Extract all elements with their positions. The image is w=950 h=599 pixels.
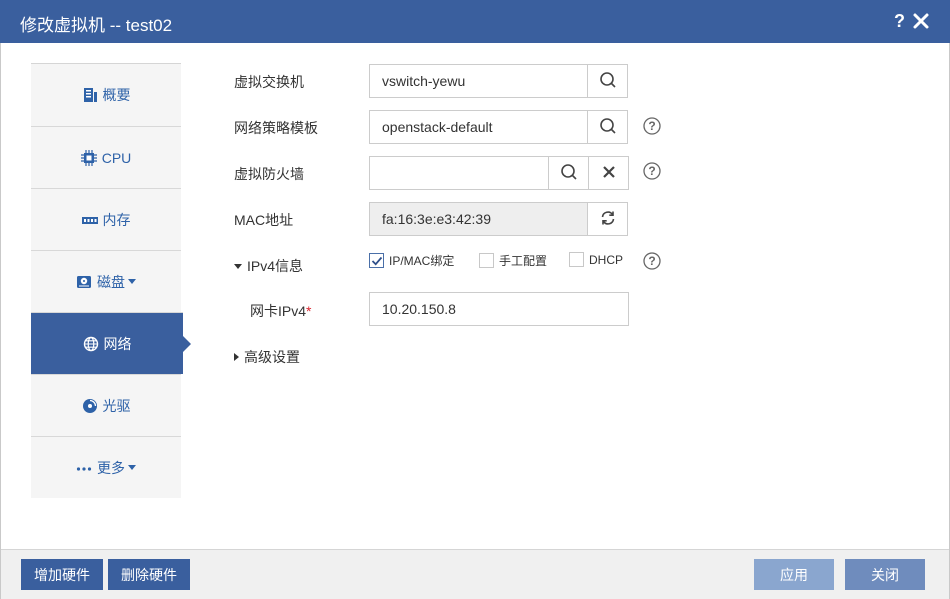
checkbox-unchecked-icon <box>569 252 584 267</box>
ipv4-help-icon[interactable]: ? <box>643 252 661 270</box>
memory-icon <box>81 212 98 228</box>
vswitch-label: 虚拟交换机 <box>234 74 304 90</box>
policy-input[interactable]: openstack-default <box>369 110 588 144</box>
help-icon[interactable]: ? <box>894 11 905 32</box>
sidebar-item-more[interactable]: 更多 <box>31 436 181 498</box>
firewall-help-icon[interactable]: ? <box>643 162 661 180</box>
sidebar-item-label: 光驱 <box>102 397 131 414</box>
globe-icon <box>83 336 99 352</box>
firewall-search-button[interactable] <box>548 156 589 190</box>
policy-label: 网络策略模板 <box>234 120 318 136</box>
cdrom-icon <box>82 398 98 414</box>
sidebar-item-label: 磁盘 <box>97 273 125 290</box>
ip-mac-bind-checkbox[interactable]: IP/MAC绑定 <box>369 252 454 269</box>
add-hardware-button[interactable]: 增加硬件 <box>21 559 103 590</box>
close-button[interactable]: 关闭 <box>845 559 925 590</box>
disk-icon <box>76 274 92 290</box>
checkbox-unchecked-icon <box>479 253 494 268</box>
sidebar-item-disk[interactable]: 磁盘 <box>31 250 181 312</box>
checkbox-label: 手工配置 <box>499 254 548 268</box>
search-icon <box>560 163 578 184</box>
sidebar-item-label: CPU <box>101 149 132 166</box>
advanced-settings-toggle[interactable]: 高级设置 <box>234 347 300 367</box>
remove-hardware-button[interactable]: 删除硬件 <box>108 559 190 590</box>
vswitch-search-button[interactable] <box>587 64 628 98</box>
sidebar-item-label: 概要 <box>102 87 131 103</box>
sidebar-item-cpu[interactable]: CPU <box>31 126 181 188</box>
svg-text:?: ? <box>648 119 655 133</box>
checkbox-label: IP/MAC绑定 <box>389 254 455 268</box>
nic-ipv4-label: 网卡IPv4* <box>250 303 312 319</box>
summary-icon <box>82 87 98 103</box>
sidebar-item-cdrom[interactable]: 光驱 <box>31 374 181 436</box>
hardware-sidebar: 概要 CPU 内存 磁盘 网络 光驱 更多 <box>31 63 191 498</box>
dhcp-checkbox[interactable]: DHCP <box>569 252 623 267</box>
more-icon <box>76 460 92 476</box>
mac-refresh-button[interactable] <box>587 202 628 236</box>
vswitch-input[interactable]: vswitch-yewu <box>369 64 588 98</box>
clear-icon <box>602 165 616 182</box>
dialog-title: 修改虚拟机 -- test02 <box>20 16 173 35</box>
manual-config-checkbox[interactable]: 手工配置 <box>479 252 547 269</box>
triangle-right-icon <box>234 353 239 361</box>
svg-text:?: ? <box>648 164 655 178</box>
checkbox-label: DHCP <box>589 252 624 267</box>
apply-button[interactable]: 应用 <box>754 559 834 590</box>
cpu-icon <box>80 149 97 166</box>
nic-ipv4-input[interactable]: 10.20.150.8 <box>369 292 629 326</box>
sidebar-item-network[interactable]: 网络 <box>31 312 191 374</box>
svg-text:?: ? <box>648 254 655 268</box>
sidebar-item-summary[interactable]: 概要 <box>31 64 181 126</box>
chevron-down-icon <box>128 465 136 470</box>
mac-input: fa:16:3e:e3:42:39 <box>369 202 588 236</box>
sidebar-item-label: 网络 <box>103 335 132 352</box>
sidebar-item-label: 更多 <box>97 459 125 476</box>
dialog-titlebar: 修改虚拟机 -- test02 ? <box>0 0 950 43</box>
firewall-input[interactable] <box>369 156 549 190</box>
checkbox-checked-icon <box>369 253 384 268</box>
ipv4-label: IPv4信息 <box>247 258 304 274</box>
search-icon <box>599 117 617 138</box>
sidebar-item-label: 内存 <box>102 211 131 228</box>
refresh-icon <box>599 209 617 230</box>
ipv4-section-toggle[interactable]: IPv4信息 <box>234 256 303 276</box>
policy-search-button[interactable] <box>587 110 628 144</box>
firewall-label: 虚拟防火墙 <box>234 166 304 182</box>
policy-help-icon[interactable]: ? <box>643 117 661 135</box>
search-icon <box>599 71 617 92</box>
chevron-down-icon <box>128 279 136 284</box>
firewall-clear-button[interactable] <box>588 156 629 190</box>
advanced-label: 高级设置 <box>244 349 300 365</box>
triangle-down-icon <box>234 263 242 269</box>
sidebar-item-memory[interactable]: 内存 <box>31 188 181 250</box>
required-mark: * <box>306 303 312 319</box>
close-icon[interactable] <box>912 12 930 30</box>
mac-label: MAC地址 <box>234 212 294 228</box>
